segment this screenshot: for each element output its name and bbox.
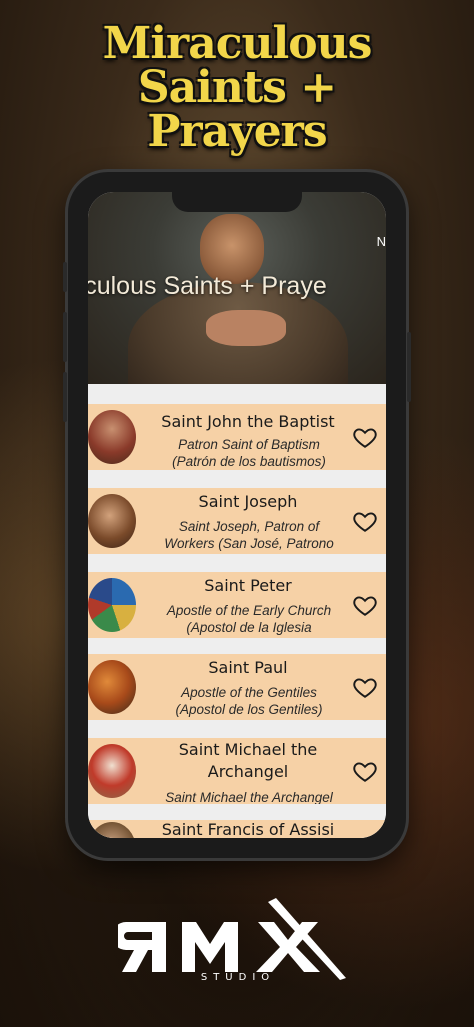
saint-name: Saint John the Baptist — [161, 412, 335, 431]
heart-icon[interactable] — [352, 758, 378, 784]
saint-thumbnail — [88, 660, 136, 714]
saint-card-john-the-baptist[interactable]: Saint John the Baptist Patron Saint of B… — [88, 404, 386, 470]
phone-notch — [172, 192, 302, 212]
heart-icon[interactable] — [352, 424, 378, 450]
saint-name-line2: Archangel — [207, 762, 289, 781]
saint-name-line1: Saint Michael the — [178, 740, 318, 759]
saint-subtitle-line2: (Apostol de los Gentiles) — [175, 702, 323, 717]
hero-title: raculous Saints + Praye — [88, 272, 327, 300]
saint-subtitle-line1: Saint Joseph, Patron of — [178, 519, 320, 534]
phone-power-button — [407, 332, 411, 402]
phone-volume-up — [63, 312, 67, 362]
headline-line-2: Saints + — [137, 62, 337, 113]
saints-list[interactable]: Saint John the Baptist Patron Saint of B… — [88, 384, 386, 838]
saint-subtitle-line1: Saint Michael the Archangel — [165, 790, 333, 804]
saint-thumbnail — [88, 494, 136, 548]
saint-thumbnail — [88, 578, 136, 632]
saint-subtitle-line1: Apostle of the Early Church — [166, 603, 332, 618]
app-screen: N raculous Saints + Praye Saint John the… — [88, 192, 386, 838]
saint-card-joseph[interactable]: Saint Joseph Saint Joseph, Patron of Wor… — [88, 488, 386, 554]
saint-thumbnail — [88, 744, 136, 798]
heart-icon[interactable] — [352, 508, 378, 534]
saint-subtitle-line1: Patron Saint of Baptism — [178, 437, 320, 452]
saint-name: Saint Joseph — [198, 492, 298, 511]
saint-subtitle-line1: Apostle of the Gentiles — [181, 685, 317, 700]
saint-name: Saint Peter — [204, 576, 292, 595]
saint-subtitle-line2: Workers (San José, Patrono — [164, 536, 334, 551]
phone-mockup: N raculous Saints + Praye Saint John the… — [63, 172, 411, 858]
headline-line-1: Miraculous — [102, 18, 373, 69]
hero-banner: N raculous Saints + Praye — [88, 192, 386, 384]
hero-saint-hands — [206, 310, 286, 346]
logo-subtext: STUDIO — [201, 972, 275, 982]
saint-name: Saint Paul — [208, 658, 288, 677]
saint-subtitle-line2: (Apostol de la Iglesia — [186, 620, 312, 635]
heart-icon[interactable] — [352, 674, 378, 700]
saint-thumbnail — [88, 822, 136, 838]
hero-corner-text: N — [376, 234, 386, 249]
phone-side-button — [63, 262, 67, 292]
headline-line-3: Prayers — [147, 106, 327, 157]
saint-name: Saint Francis of Assisi — [161, 820, 335, 838]
saint-subtitle-line2: (Patrón de los bautismos) — [172, 454, 326, 469]
phone-volume-down — [63, 372, 67, 422]
saint-card-michael[interactable]: Saint Michael the Archangel Saint Michae… — [88, 738, 386, 804]
promo-headline: Miraculous Saints + Prayers — [0, 22, 474, 154]
rmx-studio-logo: STUDIO — [118, 898, 346, 982]
saint-thumbnail — [88, 410, 136, 464]
saint-card-paul[interactable]: Saint Paul Apostle of the Gentiles (Apos… — [88, 654, 386, 720]
saint-card-francis[interactable]: Saint Francis of Assisi — [88, 820, 386, 838]
heart-icon[interactable] — [352, 592, 378, 618]
saint-card-peter[interactable]: Saint Peter Apostle of the Early Church … — [88, 572, 386, 638]
